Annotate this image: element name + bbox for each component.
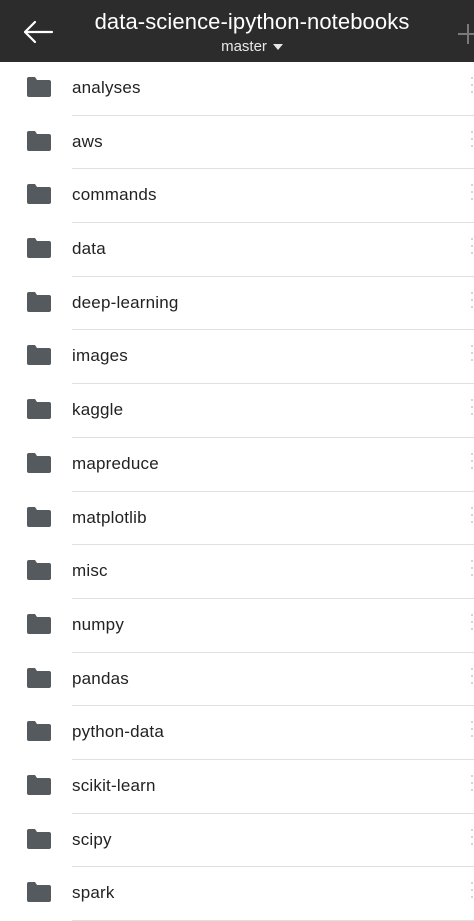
folder-row[interactable]: python-data — [0, 706, 474, 760]
folder-name: scikit-learn — [72, 775, 156, 795]
folder-icon — [27, 613, 51, 634]
more-vertical-icon[interactable] — [470, 345, 474, 367]
folder-icon — [27, 560, 51, 581]
folder-row[interactable]: scikit-learn — [0, 760, 474, 814]
folder-row[interactable]: misc — [0, 545, 474, 599]
folder-icon — [27, 291, 51, 312]
more-vertical-icon[interactable] — [470, 613, 474, 636]
folder-name: data — [72, 239, 106, 259]
folder-row[interactable]: kaggle — [0, 384, 474, 438]
folder-name: pandas — [72, 668, 129, 688]
folder-name: kaggle — [72, 400, 124, 420]
folder-row[interactable]: numpy — [0, 599, 474, 653]
more-vertical-icon[interactable] — [470, 399, 474, 421]
folder-row[interactable]: analyses — [0, 62, 474, 116]
folder-icon — [27, 77, 51, 97]
folder-name: scipy — [72, 829, 112, 849]
more-vertical-icon[interactable] — [470, 291, 474, 314]
folder-row[interactable]: pandas — [0, 653, 474, 707]
more-vertical-icon[interactable] — [470, 184, 474, 206]
more-vertical-icon[interactable] — [470, 882, 474, 904]
more-vertical-icon[interactable] — [470, 238, 474, 260]
folder-name: deep-learning — [72, 292, 179, 312]
folder-icon — [27, 828, 51, 849]
folder-name: aws — [72, 131, 103, 151]
folder-row[interactable]: matplotlib — [0, 492, 474, 546]
caret-down-icon — [272, 44, 283, 50]
folder-row[interactable]: commands — [0, 169, 474, 224]
branch-selector[interactable]: master — [221, 38, 283, 56]
folder-row[interactable]: mapreduce — [0, 438, 474, 492]
folder-row[interactable]: deep-learning — [0, 277, 474, 331]
more-vertical-icon[interactable] — [470, 667, 474, 690]
folder-name: analyses — [72, 78, 141, 97]
folder-icon — [27, 345, 51, 366]
folder-row[interactable]: scipy — [0, 814, 474, 868]
folder-icon — [27, 452, 51, 473]
folder-name: python-data — [72, 722, 164, 742]
folder-name: mapreduce — [72, 453, 159, 473]
arrow-left-icon — [23, 20, 54, 44]
folder-name: commands — [72, 185, 157, 205]
folder-icon — [27, 184, 51, 205]
folder-name: misc — [72, 561, 108, 581]
branch-label: master — [221, 38, 267, 55]
folder-icon — [27, 667, 51, 688]
folder-row[interactable]: aws — [0, 116, 474, 170]
more-vertical-icon[interactable] — [470, 828, 474, 851]
folder-name: images — [72, 346, 129, 366]
folder-name: spark — [72, 883, 115, 903]
more-vertical-icon[interactable] — [470, 774, 474, 797]
folder-icon — [27, 130, 51, 151]
more-vertical-icon[interactable] — [470, 452, 474, 475]
folder-icon — [27, 238, 51, 259]
more-vertical-icon[interactable] — [470, 130, 474, 153]
more-vertical-icon[interactable] — [470, 560, 474, 582]
more-vertical-icon[interactable] — [470, 721, 474, 743]
title-block: data-science-ipython-notebooks master — [70, 8, 434, 56]
folder-icon — [27, 721, 51, 742]
app-header: data-science-ipython-notebooks master — [0, 0, 474, 62]
back-button[interactable] — [20, 14, 60, 50]
folder-icon — [27, 399, 51, 420]
folder-icon — [27, 774, 51, 795]
repo-title: data-science-ipython-notebooks — [94, 9, 410, 34]
folder-name: matplotlib — [72, 507, 147, 527]
folder-row[interactable]: spark — [0, 867, 474, 921]
folder-name: numpy — [72, 614, 125, 634]
more-vertical-icon[interactable] — [470, 77, 474, 99]
folder-icon — [27, 506, 51, 527]
folder-icon — [27, 882, 51, 903]
folder-row[interactable]: images — [0, 330, 474, 385]
plus-icon[interactable] — [458, 24, 474, 44]
folder-list: analyses aws commands data deep-learning imag… — [0, 62, 474, 921]
more-vertical-icon[interactable] — [470, 506, 474, 529]
folder-row[interactable]: data — [0, 223, 474, 277]
